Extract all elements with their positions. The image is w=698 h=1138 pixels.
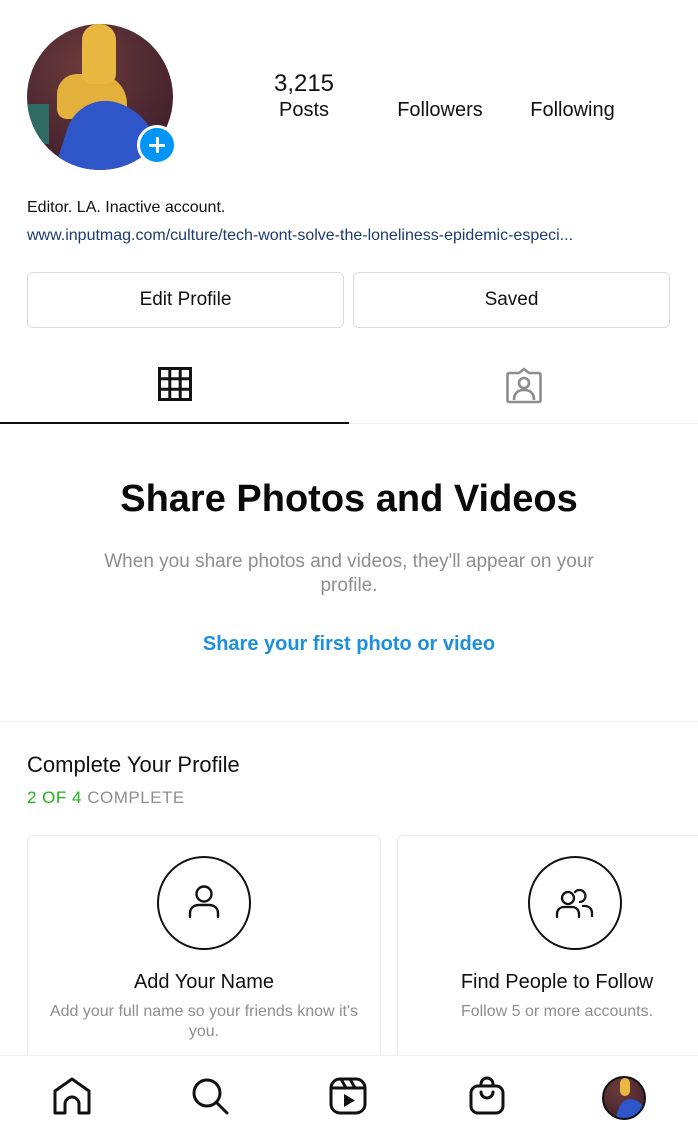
share-first-photo-link[interactable]: Share your first photo or video [0,633,698,656]
add-name-title: Add Your Name [133,971,275,993]
search-icon [190,1076,230,1121]
following-stat[interactable]: Following [525,98,620,122]
nav-home[interactable] [50,1076,94,1120]
profile-avatar-icon [602,1076,646,1120]
home-icon [52,1076,92,1121]
progress-rest: COMPLETE [81,788,185,807]
section-divider [0,721,698,722]
progress-done: 2 OF 4 [27,788,82,807]
profile-avatar-container[interactable] [27,24,177,170]
complete-profile-progress: 2 OF 4 COMPLETE [27,788,185,808]
empty-state-title: Share Photos and Videos [120,478,578,520]
grid-icon [157,366,192,406]
find-people-card[interactable]: Find People to Follow Follow 5 or more a… [397,835,698,1075]
posts-stat[interactable]: 3,215 Posts [270,70,338,122]
people-icon-circle [528,856,622,950]
complete-profile-title: Complete Your Profile [27,752,240,777]
add-name-card[interactable]: Add Your Name Add your full name so your… [27,835,381,1075]
add-name-description: Add your full name so your friends know … [49,1003,359,1040]
find-people-description: Follow 5 or more accounts. [460,1003,654,1020]
profile-website-link[interactable]: www.inputmag.com/culture/tech-wont-solve… [27,227,677,245]
profile-stats: 3,215 Posts Followers Following [250,70,698,130]
people-icon [554,881,596,926]
profile-tabs [0,350,698,424]
reels-icon [328,1076,368,1121]
following-label: Following [530,99,615,121]
tab-tagged[interactable] [349,350,698,424]
posts-count: 3,215 [273,70,335,97]
posts-label: Posts [278,99,330,121]
empty-state-description: When you share photos and videos, they'l… [104,551,594,596]
bottom-nav [0,1055,698,1138]
edit-profile-button[interactable]: Edit Profile [27,272,344,328]
nav-profile[interactable] [602,1076,646,1120]
shop-bag-icon [467,1076,507,1121]
followers-label: Followers [397,99,483,121]
saved-button[interactable]: Saved [353,272,670,328]
person-icon [184,881,224,926]
tagged-person-icon [505,366,543,409]
nav-reels[interactable] [326,1076,370,1120]
find-people-title: Find People to Follow [460,971,654,993]
nav-search[interactable] [188,1076,232,1120]
nav-shop[interactable] [465,1076,509,1120]
profile-bio: Editor. LA. Inactive account. [27,199,226,216]
tab-grid[interactable] [0,350,349,424]
followers-stat[interactable]: Followers [390,98,490,122]
add-story-plus-icon[interactable] [137,125,177,165]
person-icon-circle [157,856,251,950]
